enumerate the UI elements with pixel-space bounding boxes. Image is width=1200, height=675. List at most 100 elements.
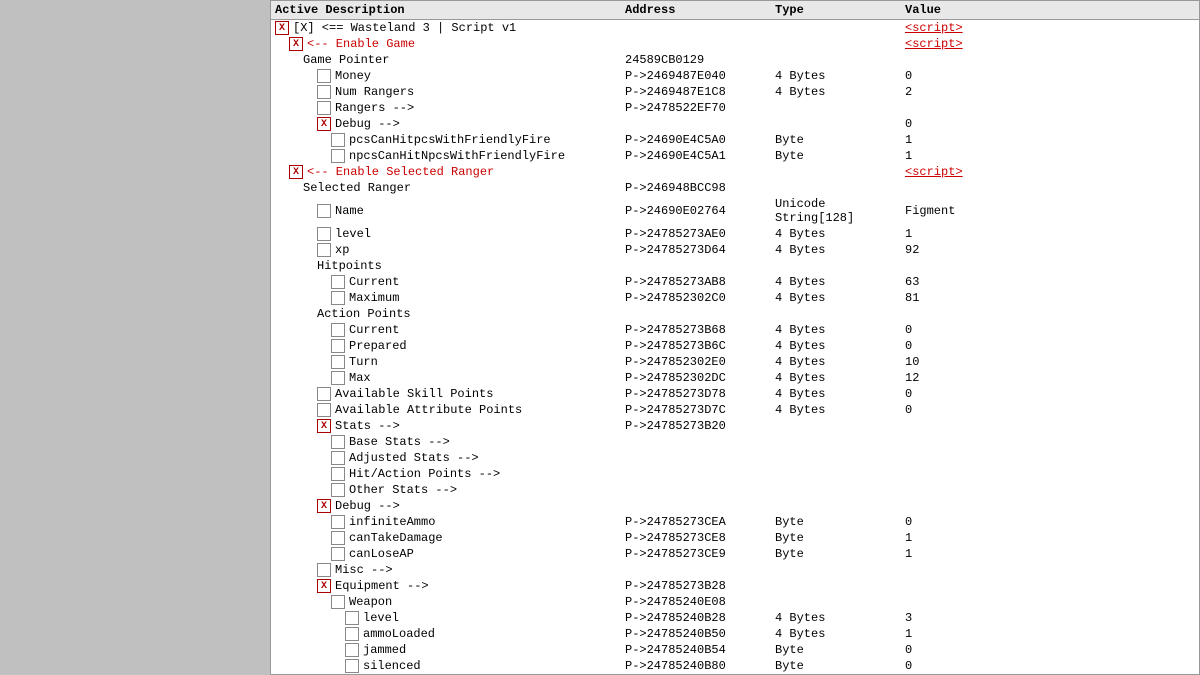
table-row[interactable]: levelP->24785273AE04 Bytes1 (271, 226, 1199, 242)
checkbox[interactable] (331, 339, 345, 353)
table-row[interactable]: ammoLoadedP->24785240B504 Bytes1 (271, 626, 1199, 642)
table-row[interactable]: Other Stats --> (271, 482, 1199, 498)
row-value-cell: 92 (905, 243, 1025, 257)
table-row[interactable]: Hit/Action Points --> (271, 466, 1199, 482)
row-desc-cell: Turn (275, 355, 625, 369)
checkbox[interactable] (331, 435, 345, 449)
checkbox[interactable] (331, 371, 345, 385)
checkbox[interactable] (317, 117, 331, 131)
row-desc-cell: level (275, 227, 625, 241)
checkbox[interactable] (331, 451, 345, 465)
table-row[interactable]: Debug -->0 (271, 116, 1199, 132)
table-row[interactable]: jammedP->24785240B54Byte0 (271, 642, 1199, 658)
table-row[interactable]: Selected RangerP->246948BCC98 (271, 180, 1199, 196)
checkbox[interactable] (317, 419, 331, 433)
table-row[interactable]: npcsCanHitNpcsWithFriendlyFireP->24690E4… (271, 148, 1199, 164)
left-panel (0, 0, 270, 675)
checkbox[interactable] (317, 403, 331, 417)
table-row[interactable]: Stats -->P->24785273B20 (271, 418, 1199, 434)
table-row[interactable]: Hitpoints (271, 258, 1199, 274)
table-row[interactable]: canLoseAPP->24785273CE9Byte1 (271, 546, 1199, 562)
table-row[interactable]: Available Skill PointsP->24785273D784 By… (271, 386, 1199, 402)
row-value-cell: 1 (905, 531, 1025, 545)
table-row[interactable]: silencedP->24785240B80Byte0 (271, 658, 1199, 673)
row-label: Misc --> (335, 563, 393, 577)
row-desc-cell: canTakeDamage (275, 531, 625, 545)
checkbox[interactable] (289, 37, 303, 51)
table-row[interactable]: Rangers -->P->2478522EF70 (271, 100, 1199, 116)
row-label: npcsCanHitNpcsWithFriendlyFire (349, 149, 565, 163)
table-row[interactable]: <-- Enable Game<script> (271, 36, 1199, 52)
checkbox[interactable] (345, 643, 359, 657)
table-row[interactable]: levelP->24785240B284 Bytes3 (271, 610, 1199, 626)
checkbox[interactable] (331, 275, 345, 289)
table-row[interactable]: Available Attribute PointsP->24785273D7C… (271, 402, 1199, 418)
checkbox[interactable] (317, 69, 331, 83)
checkbox[interactable] (331, 515, 345, 529)
table-row[interactable]: infiniteAmmoP->24785273CEAByte0 (271, 514, 1199, 530)
table-row[interactable]: Adjusted Stats --> (271, 450, 1199, 466)
row-addr-cell: P->24690E4C5A0 (625, 133, 775, 147)
row-value-cell: 0 (905, 339, 1025, 353)
row-desc-cell: silenced (275, 659, 625, 673)
row-label: xp (335, 243, 349, 257)
table-row[interactable]: Num RangersP->2469487E1C84 Bytes2 (271, 84, 1199, 100)
checkbox[interactable] (275, 21, 289, 35)
table-row[interactable]: TurnP->247852302E04 Bytes10 (271, 354, 1199, 370)
table-row[interactable]: Debug --> (271, 498, 1199, 514)
table-row[interactable]: [X] <== Wasteland 3 | Script v1<script> (271, 20, 1199, 36)
row-type-cell: Byte (775, 547, 905, 561)
table-row[interactable]: Base Stats --> (271, 434, 1199, 450)
table-row[interactable]: Game Pointer24589CB0129 (271, 52, 1199, 68)
table-row[interactable]: <-- Enable Selected Ranger<script> (271, 164, 1199, 180)
table-row[interactable]: CurrentP->24785273B684 Bytes0 (271, 322, 1199, 338)
table-row[interactable]: canTakeDamageP->24785273CE8Byte1 (271, 530, 1199, 546)
checkbox[interactable] (331, 467, 345, 481)
checkbox[interactable] (345, 627, 359, 641)
checkbox[interactable] (331, 547, 345, 561)
checkbox[interactable] (331, 531, 345, 545)
checkbox[interactable] (317, 204, 331, 218)
row-label: [X] <== Wasteland 3 | Script v1 (293, 21, 516, 35)
checkbox[interactable] (331, 133, 345, 147)
row-label: canLoseAP (349, 547, 414, 561)
checkbox[interactable] (317, 101, 331, 115)
checkbox[interactable] (317, 579, 331, 593)
row-label: Selected Ranger (303, 181, 411, 195)
checkbox[interactable] (289, 165, 303, 179)
table-row[interactable]: MaximumP->247852302C04 Bytes81 (271, 290, 1199, 306)
row-addr-cell: P->24785273D64 (625, 243, 775, 257)
table-row[interactable]: WeaponP->24785240E08 (271, 594, 1199, 610)
table-row[interactable]: NameP->24690E02764Unicode String[128]Fig… (271, 196, 1199, 226)
table-row[interactable]: pcsCanHitpcsWithFriendlyFire P->24690E4C5… (271, 132, 1199, 148)
checkbox[interactable] (331, 483, 345, 497)
checkbox[interactable] (331, 355, 345, 369)
checkbox[interactable] (345, 611, 359, 625)
checkbox[interactable] (345, 659, 359, 673)
checkbox[interactable] (317, 85, 331, 99)
checkbox[interactable] (317, 387, 331, 401)
table-row[interactable]: MaxP->247852302DC4 Bytes12 (271, 370, 1199, 386)
checkbox[interactable] (317, 499, 331, 513)
checkbox[interactable] (317, 227, 331, 241)
table-row[interactable]: Action Points (271, 306, 1199, 322)
row-addr-cell: P->24785240E08 (625, 595, 775, 609)
row-label: pcsCanHitpcsWithFriendlyFire (349, 133, 551, 147)
row-desc-cell: Action Points (275, 307, 625, 321)
checkbox[interactable] (331, 323, 345, 337)
table-row[interactable]: MoneyP->2469487E0404 Bytes0 (271, 68, 1199, 84)
checkbox[interactable] (317, 563, 331, 577)
table-row[interactable]: PreparedP->24785273B6C4 Bytes0 (271, 338, 1199, 354)
checkbox[interactable] (331, 291, 345, 305)
table-row[interactable]: xpP->24785273D644 Bytes92 (271, 242, 1199, 258)
row-value-cell: 3 (905, 611, 1025, 625)
checkbox[interactable] (331, 595, 345, 609)
checkbox[interactable] (331, 149, 345, 163)
row-type-cell: Byte (775, 531, 905, 545)
row-label: Stats --> (335, 419, 400, 433)
table-row[interactable]: Equipment -->P->24785273B28 (271, 578, 1199, 594)
table-row[interactable]: Misc --> (271, 562, 1199, 578)
checkbox[interactable] (317, 243, 331, 257)
row-desc-cell: level (275, 611, 625, 625)
table-row[interactable]: CurrentP->24785273AB84 Bytes63 (271, 274, 1199, 290)
